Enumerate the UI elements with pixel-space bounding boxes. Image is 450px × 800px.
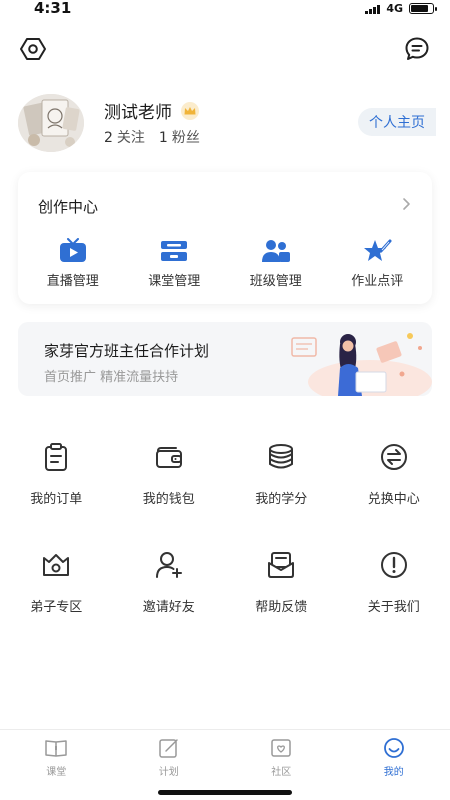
following-stat[interactable]: 2 关注 [104,127,145,147]
add-user-icon [155,552,182,578]
menu-grid: 我的订单 我的钱包 我的学分 兑换中心 弟子专区 邀请好友 帮助反馈 关于我们 [0,438,450,654]
tv-icon [59,238,86,262]
menu-item-label: 我的订单 [30,492,83,507]
star-pen-icon [364,239,392,261]
menu-item-wallet[interactable]: 我的钱包 [113,438,226,546]
tab-label: 我的 [383,767,404,778]
menu-item-disciples[interactable]: 弟子专区 [0,546,113,654]
menu-item-label: 我的学分 [255,492,308,507]
avatar[interactable] [18,94,84,152]
settings-hexagon-icon[interactable] [20,36,46,62]
menu-item-orders[interactable]: 我的订单 [0,438,113,546]
coins-stack-icon [269,444,294,469]
creation-item-label: 课堂管理 [148,274,201,289]
crown-icon [181,101,199,120]
menu-item-invite[interactable]: 邀请好友 [113,546,226,654]
personal-homepage-button[interactable]: 个人主页 [358,108,436,136]
profile-name-row: 测试老师 [104,98,200,123]
tab-label: 计划 [158,767,179,778]
banner-subtitle: 首页推广 精准流量扶持 [44,370,179,385]
tab-label: 课堂 [46,767,67,778]
creation-item-homework[interactable]: 作业点评 [332,238,422,289]
creation-center-title: 创作中心 [38,198,99,216]
following-label: 关注 [116,130,145,146]
status-bar: 4:31 4G [0,0,450,18]
tab-label: 社区 [271,767,292,778]
menu-item-label: 邀请好友 [142,600,195,615]
menu-item-label: 关于我们 [367,600,420,615]
signal-icon [365,4,381,14]
chevron-right-icon[interactable] [400,196,412,212]
menu-item-exchange[interactable]: 兑换中心 [338,438,450,546]
menu-item-label: 我的钱包 [142,492,195,507]
fans-label: 粉丝 [171,130,200,146]
creation-center-card: 创作中心 直播管理 课堂管理 班级管理 作业点评 [18,172,432,304]
creation-item-live[interactable]: 直播管理 [28,238,118,289]
smile-face-icon [383,738,404,758]
menu-row: 弟子专区 邀请好友 帮助反馈 关于我们 [0,546,450,654]
menu-item-about[interactable]: 关于我们 [338,546,450,654]
user-name: 测试老师 [104,103,172,123]
menu-item-label: 帮助反馈 [255,600,308,615]
battery-level [411,5,428,12]
book-icon [45,740,67,757]
banner-title: 家芽官方班主任合作计划 [44,342,210,360]
tab-classroom[interactable]: 课堂 [0,730,113,800]
menu-row: 我的订单 我的钱包 我的学分 兑换中心 [0,438,450,546]
edit-plan-icon [159,739,178,758]
promo-banner[interactable]: 家芽官方班主任合作计划 首页推广 精准流量扶持 [18,322,432,396]
crown-camera-icon [43,554,70,576]
tab-mine[interactable]: 我的 [338,730,450,800]
profile-stats: 2 关注 1 粉丝 [104,127,200,147]
home-indicator [158,790,292,795]
clipboard-icon [45,443,68,471]
classroom-icon [161,241,188,261]
creation-item-label: 作业点评 [351,274,404,289]
status-time: 4:31 [34,0,72,17]
creation-item-label: 直播管理 [46,274,99,289]
exchange-icon [380,444,407,470]
menu-item-feedback[interactable]: 帮助反馈 [225,546,338,654]
info-circle-icon [380,552,407,578]
fans-stat[interactable]: 1 粉丝 [159,127,200,147]
envelope-icon [268,552,295,578]
avatar-image [18,94,84,152]
menu-item-credits[interactable]: 我的学分 [225,438,338,546]
menu-item-label: 兑换中心 [367,492,420,507]
creation-center-items: 直播管理 课堂管理 班级管理 作业点评 [18,238,432,289]
network-type: 4G [386,2,403,15]
wallet-icon [155,447,182,468]
banner-illustration [291,333,432,396]
fans-count: 1 [158,130,168,146]
following-count: 2 [104,130,113,146]
chat-bubble-icon[interactable] [404,36,430,62]
community-icon [271,739,291,757]
class-members-icon [261,240,290,262]
status-indicators: 4G [365,2,437,15]
creation-item-classroom[interactable]: 课堂管理 [129,238,219,289]
menu-item-label: 弟子专区 [30,600,83,615]
creation-item-label: 班级管理 [249,274,302,289]
battery-icon [409,3,437,14]
creation-item-class[interactable]: 班级管理 [231,238,321,289]
